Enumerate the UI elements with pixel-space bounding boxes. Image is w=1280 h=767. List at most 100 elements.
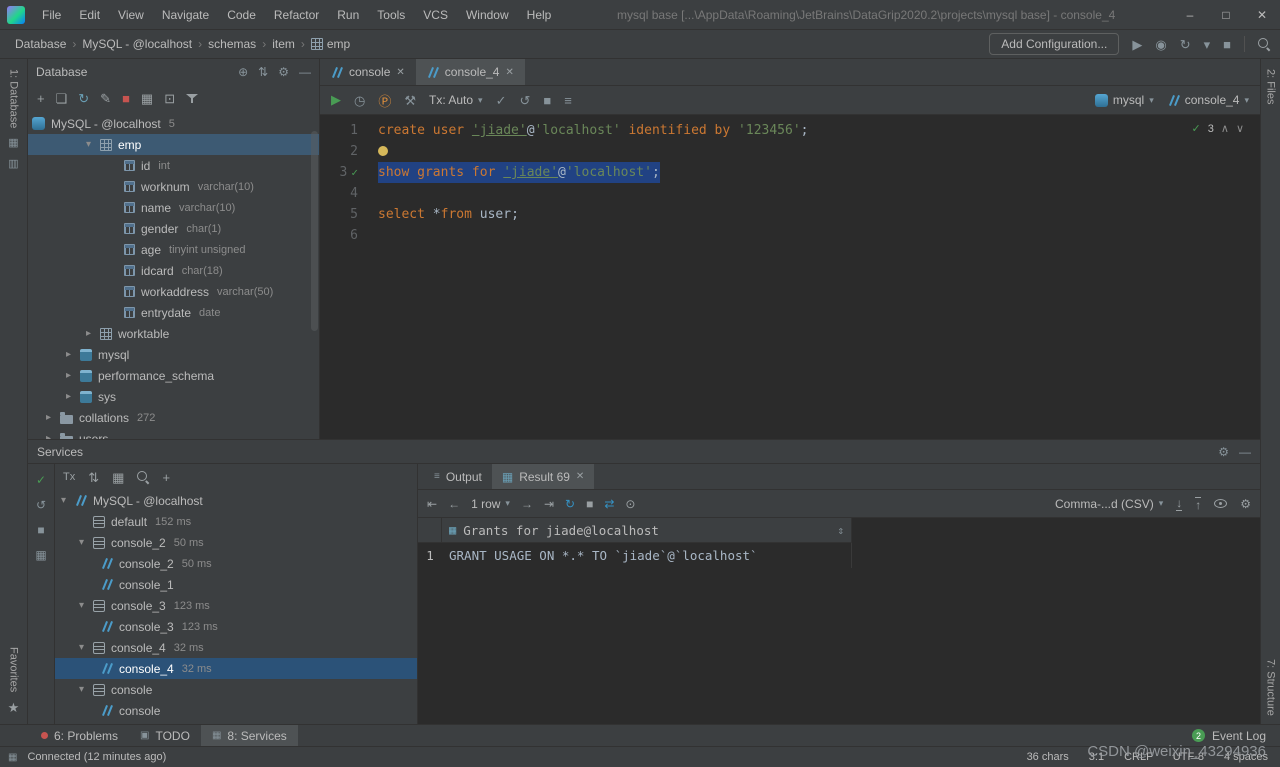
chevron-right-icon[interactable]: ▸ bbox=[66, 370, 80, 381]
find-icon[interactable] bbox=[137, 471, 149, 483]
toolwindow-mini-icon[interactable]: ▦ bbox=[8, 138, 18, 149]
close-tab-icon[interactable]: ✕ bbox=[576, 471, 584, 482]
rollback-icon[interactable]: ↺ bbox=[36, 499, 46, 511]
toolwindow-tab-services[interactable]: ▦ 8: Services bbox=[200, 725, 298, 746]
service-item-console[interactable]: ▾ console bbox=[55, 679, 417, 700]
settings-gear-icon[interactable]: ⚙ bbox=[278, 66, 289, 78]
search-everywhere-icon[interactable] bbox=[1258, 38, 1270, 50]
result-tab[interactable]: ▦ Result 69 ✕ bbox=[491, 464, 595, 489]
globe-icon[interactable]: ⊕ bbox=[238, 66, 248, 78]
tree-item-schema-mysql[interactable]: ▸ mysql bbox=[28, 344, 319, 365]
tx-toggle[interactable]: Tx bbox=[63, 471, 75, 483]
editor-tab-console-4[interactable]: console_4 ✕ bbox=[415, 59, 525, 85]
last-page-icon[interactable]: ⇥ bbox=[544, 498, 554, 510]
tree-item-schema-sys[interactable]: ▸ sys bbox=[28, 386, 319, 407]
toolwindow-switcher-icon[interactable]: ▦ bbox=[8, 752, 17, 763]
menu-refactor[interactable]: Refactor bbox=[265, 0, 328, 30]
add-datasource-icon[interactable]: + bbox=[37, 92, 45, 105]
tree-item-connection[interactable]: MySQL - @localhost 5 bbox=[28, 113, 319, 134]
console-dropdown[interactable]: console_4 ▾ bbox=[1168, 93, 1249, 107]
intention-bulb-icon[interactable] bbox=[378, 146, 388, 156]
wrench-icon[interactable]: ⚒ bbox=[404, 94, 416, 107]
tree-item-worktable[interactable]: ▸ worktable bbox=[28, 323, 319, 344]
toolwindow-tab-problems[interactable]: 6: Problems bbox=[30, 725, 129, 746]
tree-item-column-name[interactable]: name varchar(10) bbox=[28, 197, 319, 218]
service-item-console-3[interactable]: ▾ console_3 123 ms bbox=[55, 595, 417, 616]
service-item-console-1[interactable]: console_1 bbox=[55, 574, 417, 595]
commit-check-icon[interactable]: ✓ bbox=[496, 94, 507, 107]
service-item-console-child[interactable]: console bbox=[55, 700, 417, 721]
duplicate-icon[interactable]: ❏ bbox=[56, 92, 68, 105]
output-tab[interactable]: ≡ Output bbox=[424, 464, 492, 489]
prev-problem-icon[interactable]: ∧ bbox=[1221, 122, 1229, 135]
tree-item-column-age[interactable]: age tinyint unsigned bbox=[28, 239, 319, 260]
menu-code[interactable]: Code bbox=[218, 0, 265, 30]
service-item-console-2-child[interactable]: console_2 50 ms bbox=[55, 553, 417, 574]
open-editor-icon[interactable]: ⊡ bbox=[164, 92, 175, 105]
tree-item-schema-performance[interactable]: ▸ performance_schema bbox=[28, 365, 319, 386]
code-area[interactable]: create user 'jiade'@'localhost' identifi… bbox=[366, 115, 1260, 439]
grid-corner-cell[interactable] bbox=[418, 518, 442, 543]
group-by-icon[interactable]: ▦ bbox=[112, 471, 124, 484]
toolwindow-tab-favorites[interactable]: Favorites bbox=[8, 647, 20, 692]
hide-panel-icon[interactable]: — bbox=[299, 66, 311, 78]
execute-button[interactable]: ▶ bbox=[331, 92, 341, 108]
menu-view[interactable]: View bbox=[109, 0, 153, 30]
add-configuration-button[interactable]: Add Configuration... bbox=[989, 33, 1120, 55]
code-editor[interactable]: 1 2 3 ✓ 4 5 6 create user 'jiade'@'localh… bbox=[320, 115, 1260, 439]
close-tab-icon[interactable]: ✕ bbox=[505, 67, 513, 78]
sort-icon[interactable]: ⇕ bbox=[837, 524, 844, 537]
breadcrumb-emp-table[interactable]: emp bbox=[310, 37, 351, 51]
chevron-right-icon[interactable]: ▸ bbox=[66, 349, 80, 360]
code-line-selected[interactable]: show grants for 'jiade'@'localhost'; bbox=[378, 162, 1260, 183]
view-options-icon[interactable]: ≡ bbox=[564, 94, 572, 107]
grid-data-row[interactable]: 1 GRANT USAGE ON *.* TO `jiade`@`localho… bbox=[418, 543, 1260, 568]
grid-cell[interactable]: GRANT USAGE ON *.* TO `jiade`@`localhost… bbox=[442, 543, 852, 568]
compare-icon[interactable]: ⇄ bbox=[604, 498, 614, 510]
tree-item-collations[interactable]: ▸ collations 272 bbox=[28, 407, 319, 428]
hide-panel-icon[interactable]: — bbox=[1239, 446, 1251, 458]
rerun-icon[interactable]: ↻ bbox=[1180, 38, 1191, 51]
service-item-console-3-child[interactable]: console_3 123 ms bbox=[55, 616, 417, 637]
editor-tab-console[interactable]: console ✕ bbox=[320, 59, 416, 85]
breadcrumb-connection[interactable]: MySQL - @localhost bbox=[81, 37, 193, 51]
datasource-dropdown[interactable]: mysql ▾ bbox=[1094, 93, 1154, 107]
rollback-icon[interactable]: ↺ bbox=[519, 94, 530, 107]
code-line[interactable]: select *from user; bbox=[378, 204, 1260, 225]
reload-page-icon[interactable]: ↻ bbox=[565, 498, 575, 510]
sort-icon[interactable]: ⇅ bbox=[88, 471, 99, 484]
tx-mode-dropdown[interactable]: Tx: Auto ▾ bbox=[429, 93, 483, 107]
code-line[interactable] bbox=[378, 225, 1260, 246]
tree-item-column-id[interactable]: id int bbox=[28, 155, 319, 176]
run-icon[interactable]: ▶ bbox=[1132, 38, 1142, 51]
tree-item-emp[interactable]: ▾ emp bbox=[28, 134, 319, 155]
close-tab-icon[interactable]: ✕ bbox=[396, 67, 404, 78]
breadcrumb-database[interactable]: Database bbox=[14, 37, 67, 51]
pin-tab-icon[interactable]: ⊙ bbox=[625, 498, 635, 510]
minimize-window-button[interactable]: – bbox=[1172, 0, 1208, 30]
menu-edit[interactable]: Edit bbox=[70, 0, 109, 30]
first-page-icon[interactable]: ⇤ bbox=[427, 498, 437, 510]
settings-gear-icon[interactable]: ⚙ bbox=[1240, 498, 1251, 510]
add-service-icon[interactable]: + bbox=[162, 471, 170, 484]
chevron-down-icon[interactable]: ▾ bbox=[79, 642, 93, 653]
chevron-right-icon[interactable]: ▸ bbox=[66, 391, 80, 402]
filter-funnel-icon[interactable] bbox=[186, 93, 199, 104]
tree-item-column-idcard[interactable]: idcard char(18) bbox=[28, 260, 319, 281]
code-line[interactable] bbox=[378, 141, 1260, 162]
chevron-right-icon[interactable]: ▸ bbox=[46, 433, 60, 439]
scroll-to-source-icon[interactable]: ⇅ bbox=[258, 66, 268, 78]
service-item-console-2[interactable]: ▾ console_2 50 ms bbox=[55, 532, 417, 553]
tree-item-users[interactable]: ▸ users bbox=[28, 428, 319, 439]
service-item-console-4[interactable]: ▾ console_4 32 ms bbox=[55, 637, 417, 658]
tree-item-column-worknum[interactable]: worknum varchar(10) bbox=[28, 176, 319, 197]
toolwindow-tab-structure[interactable]: 7: Structure bbox=[1265, 659, 1277, 716]
chevron-down-icon[interactable]: ▾ bbox=[61, 495, 75, 506]
scrollbar-thumb[interactable] bbox=[311, 131, 318, 331]
menu-tools[interactable]: Tools bbox=[368, 0, 414, 30]
toolwindow-tab-todo[interactable]: ▣ TODO bbox=[129, 725, 201, 746]
disconnect-stop-icon[interactable]: ■ bbox=[122, 92, 130, 105]
grid-view-icon[interactable]: ▦ bbox=[35, 549, 46, 561]
tree-item-column-gender[interactable]: gender char(1) bbox=[28, 218, 319, 239]
service-item-default[interactable]: default 152 ms bbox=[55, 511, 417, 532]
